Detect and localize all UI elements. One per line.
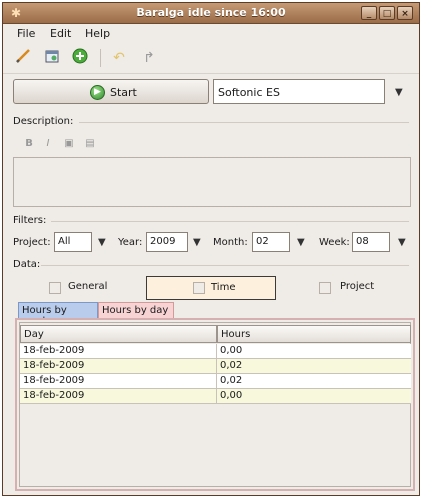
week-filter-label: Week: — [319, 237, 350, 248]
table-row[interactable]: 18-feb-2009 0,00 — [20, 344, 411, 359]
menu-bar: File Edit Help — [3, 24, 419, 42]
week-filter-value: 08 — [356, 236, 369, 247]
project-selector[interactable]: Softonic ES — [213, 79, 385, 104]
cell-hours: 0,00 — [220, 345, 243, 356]
cell-divider — [216, 374, 217, 388]
cell-hours: 0,00 — [220, 390, 243, 401]
month-filter-value: 02 — [256, 236, 269, 247]
cell-divider — [216, 344, 217, 358]
edit-icon[interactable] — [13, 48, 33, 68]
menu-edit[interactable]: Edit — [50, 27, 71, 40]
month-filter-select[interactable]: 02 — [252, 232, 290, 252]
table-row[interactable]: 18-feb-2009 0,02 — [20, 359, 411, 374]
cell-divider — [216, 359, 217, 373]
close-button[interactable]: × — [397, 6, 413, 20]
cell-day: 18-feb-2009 — [23, 390, 85, 401]
menu-help[interactable]: Help — [85, 27, 110, 40]
view-option-time-label: Time — [211, 282, 236, 293]
divider — [41, 265, 409, 266]
view-option-project[interactable]: Project — [313, 276, 403, 300]
title-bar[interactable]: ✱ Baralga idle since 16:00 _ □ × — [3, 3, 419, 24]
month-filter-label: Month: — [213, 237, 248, 248]
window-title: Baralga idle since 16:00 — [136, 6, 286, 19]
filters-label: Filters: — [13, 215, 47, 226]
column-header-hours-label: Hours — [221, 329, 251, 340]
chevron-down-icon[interactable]: ▼ — [395, 87, 403, 98]
hours-table-panel: Day Hours 18-feb-2009 0,00 18-feb-2009 0… — [15, 318, 415, 491]
start-button[interactable]: ▶ Start — [13, 79, 209, 104]
description-textarea[interactable] — [13, 157, 411, 207]
year-filter-label: Year: — [118, 237, 143, 248]
year-filter-select[interactable]: 2009 — [146, 232, 188, 252]
data-label: Data: — [13, 259, 41, 270]
bold-icon[interactable]: B — [22, 138, 36, 150]
cell-day: 18-feb-2009 — [23, 360, 85, 371]
time-checkbox[interactable] — [193, 282, 205, 294]
cell-day: 18-feb-2009 — [23, 345, 85, 356]
chevron-down-icon[interactable]: ▼ — [193, 237, 201, 248]
copy-icon[interactable]: ▣ — [62, 138, 76, 150]
project-filter-value: All — [58, 236, 71, 247]
week-filter-select[interactable]: 08 — [352, 232, 390, 252]
column-header-hours[interactable]: Hours — [217, 325, 411, 343]
project-filter-label: Project: — [13, 237, 51, 248]
italic-icon[interactable]: I — [41, 138, 55, 150]
app-window: ✱ Baralga idle since 16:00 _ □ × File Ed… — [2, 2, 420, 496]
toolbar: ↶ ↱ — [3, 43, 419, 74]
back-arrow-icon[interactable]: ↶ — [109, 48, 129, 68]
start-button-label: Start — [110, 86, 137, 99]
project-checkbox[interactable] — [319, 282, 331, 294]
minimize-button[interactable]: _ — [361, 6, 377, 20]
year-filter-value: 2009 — [150, 236, 176, 247]
view-option-time[interactable]: Time — [146, 276, 276, 300]
paste-icon[interactable]: ▤ — [83, 138, 97, 150]
cell-hours: 0,02 — [220, 360, 243, 371]
cell-hours: 0,02 — [220, 375, 243, 386]
view-option-general-label: General — [68, 281, 108, 292]
tab-hours-by-week[interactable]: Hours by week — [18, 302, 98, 327]
cell-divider — [216, 389, 217, 403]
description-label: Description: — [13, 116, 74, 127]
view-option-general[interactable]: General — [43, 276, 143, 300]
general-checkbox[interactable] — [49, 282, 61, 294]
project-filter-select[interactable]: All — [54, 232, 92, 252]
maximize-button[interactable]: □ — [379, 6, 395, 20]
chevron-down-icon[interactable]: ▼ — [98, 237, 106, 248]
table-row[interactable]: 18-feb-2009 0,02 — [20, 374, 411, 389]
toolbar-separator — [100, 49, 101, 67]
divider — [79, 122, 409, 123]
divider — [51, 221, 409, 222]
cell-day: 18-feb-2009 — [23, 375, 85, 386]
chevron-down-icon[interactable]: ▼ — [398, 237, 406, 248]
play-icon: ▶ — [90, 85, 105, 100]
view-option-project-label: Project — [340, 281, 375, 292]
project-selector-value: Softonic ES — [218, 86, 280, 99]
add-icon[interactable] — [70, 48, 90, 68]
calendar-icon[interactable] — [42, 48, 62, 68]
forward-arrow-icon[interactable]: ↱ — [139, 48, 159, 68]
column-header-day[interactable]: Day — [20, 325, 217, 343]
hours-table: Day Hours 18-feb-2009 0,00 18-feb-2009 0… — [19, 322, 411, 487]
chevron-down-icon[interactable]: ▼ — [297, 237, 305, 248]
tab-hours-by-day[interactable]: Hours by day — [98, 302, 174, 319]
column-header-day-label: Day — [24, 329, 44, 340]
table-row[interactable]: 18-feb-2009 0,00 — [20, 389, 411, 404]
menu-file[interactable]: File — [17, 27, 35, 40]
